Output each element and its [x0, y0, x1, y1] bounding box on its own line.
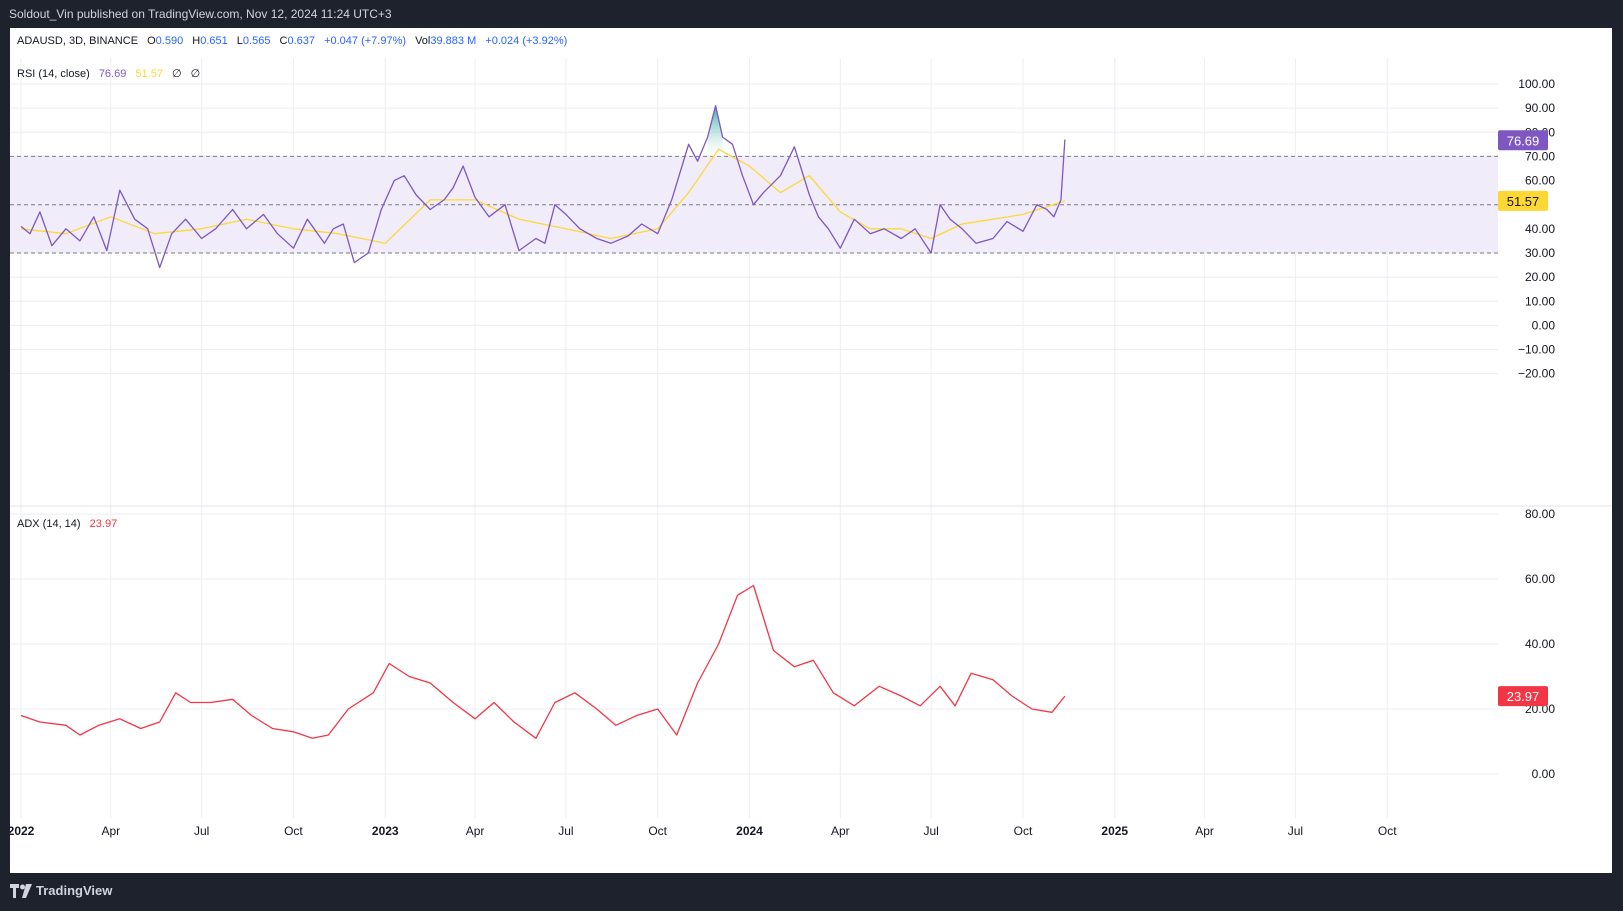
rsi-overbought-fill: [707, 105, 723, 157]
high-value: 0.651: [200, 35, 228, 47]
rsi-axis-label: 100.00: [1518, 77, 1555, 91]
low-value: 0.565: [243, 35, 271, 47]
time-tick-label: 2024: [736, 824, 763, 838]
rsi-axis-label: −20.00: [1518, 367, 1555, 381]
rsi-axis-label: 70.00: [1525, 149, 1555, 163]
rsi-axis-label: 10.00: [1525, 294, 1555, 308]
close-value: 0.637: [287, 35, 315, 47]
rsi-legend[interactable]: RSI (14, close) 76.69 51.57 ∅ ∅: [17, 68, 200, 80]
open-value: 0.590: [156, 35, 184, 47]
chart-canvas[interactable]: 100.00 90.00 80.00 70.00 60.00 40.00 30.00 20.0…: [10, 28, 1612, 873]
chart-area[interactable]: 100.00 90.00 80.00 70.00 60.00 40.00 30.00 20.0…: [10, 28, 1612, 873]
close-label: C: [280, 35, 288, 47]
volume-value: 39.883 M: [430, 35, 476, 47]
symbol-legend[interactable]: ADAUSD, 3D, BINANCE O0.590 H0.651 L0.565…: [17, 35, 567, 47]
tradingview-brand: TradingView: [36, 883, 113, 898]
adx-last-value-tag[interactable]: 23.97: [1498, 686, 1548, 707]
rsi-ma-last-value-tag[interactable]: 51.57: [1498, 190, 1548, 211]
time-tick-label: Oct: [284, 824, 303, 838]
adx-axis-label: 60.00: [1525, 572, 1555, 586]
rsi-axis-label: 60.00: [1525, 174, 1555, 188]
footer: TradingView: [0, 873, 1623, 911]
rsi-last-value-tag[interactable]: 76.69: [1498, 130, 1548, 151]
symbol-name: ADAUSD, 3D, BINANCE: [17, 35, 138, 47]
adx-line: [20, 584, 1066, 739]
publish-header: Soldout_Vin published on TradingView.com…: [0, 0, 1623, 28]
adx-legend[interactable]: ADX (14, 14) 23.97: [17, 518, 117, 530]
time-tick-label: Jul: [558, 824, 573, 838]
rsi-axis-label: 90.00: [1525, 101, 1555, 115]
rsi-axis-label: 20.00: [1525, 270, 1555, 284]
adx-legend-name: ADX (14, 14): [17, 518, 81, 530]
adx-axis-label: 80.00: [1525, 507, 1555, 521]
time-tick-label: Apr: [101, 824, 120, 838]
time-tick-label: 2022: [10, 824, 35, 838]
change-value: +0.047 (+7.97%): [324, 35, 406, 47]
rsi-legend-extra1: ∅: [172, 68, 182, 80]
rsi-legend-extra2: ∅: [191, 68, 201, 80]
tradingview-logo-icon: [10, 883, 32, 898]
time-axis[interactable]: 2022 Apr Jul Oct 2023 Apr Jul Oct 2024 Apr Jul Oct 2…: [10, 824, 1397, 838]
adx-last-value-tag-text: 23.97: [1507, 689, 1540, 704]
rsi-axis-label: 0.00: [1532, 318, 1556, 332]
time-tick-label: Apr: [1195, 824, 1214, 838]
rsi-legend-name: RSI (14, close): [17, 68, 90, 80]
publish-info: Soldout_Vin published on TradingView.com…: [9, 7, 392, 21]
time-tick-label: Oct: [1378, 824, 1397, 838]
adx-axis-label: 0.00: [1532, 767, 1556, 781]
volume-label: Vol: [415, 35, 430, 47]
rsi-axis-label: −10.00: [1518, 343, 1555, 357]
rsi-ma-legend-value: 51.57: [135, 68, 163, 80]
high-label: H: [192, 35, 200, 47]
adx-axis-label: 40.00: [1525, 637, 1555, 651]
rsi-last-value-tag-text: 76.69: [1507, 133, 1540, 148]
volume-change: +0.024 (+3.92%): [485, 35, 567, 47]
time-tick-label: Apr: [466, 824, 485, 838]
time-tick-label: Oct: [1014, 824, 1033, 838]
time-tick-label: Oct: [648, 824, 667, 838]
rsi-ma-last-value-tag-text: 51.57: [1507, 194, 1540, 209]
price-axis[interactable]: 100.00 90.00 80.00 70.00 60.00 40.00 30.00 20.0…: [1498, 77, 1555, 781]
time-tick-label: Jul: [194, 824, 209, 838]
adx-legend-value: 23.97: [90, 518, 118, 530]
rsi-axis-label: 30.00: [1525, 246, 1555, 260]
time-tick-label: Jul: [923, 824, 938, 838]
rsi-axis-label: 40.00: [1525, 222, 1555, 236]
tradingview-logo[interactable]: TradingView: [10, 883, 112, 898]
rsi-legend-value: 76.69: [99, 68, 127, 80]
time-tick-label: 2023: [372, 824, 399, 838]
time-tick-label: Apr: [831, 824, 850, 838]
time-tick-label: Jul: [1288, 824, 1303, 838]
time-tick-label: 2025: [1101, 824, 1128, 838]
